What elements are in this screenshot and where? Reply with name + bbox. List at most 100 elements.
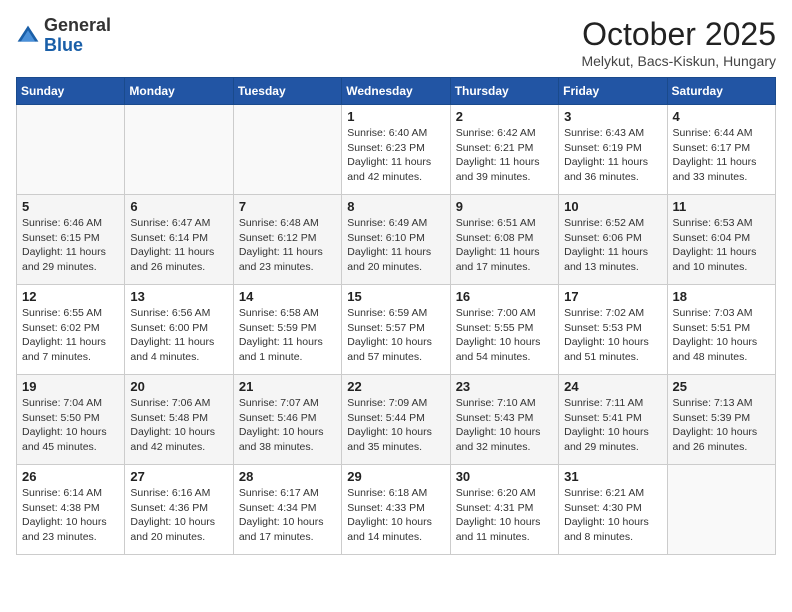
calendar-cell: 22Sunrise: 7:09 AMSunset: 5:44 PMDayligh… [342,375,450,465]
location-subtitle: Melykut, Bacs-Kiskun, Hungary [581,53,776,69]
calendar-cell: 24 Sunrise: 7:11 AMSunset: 5:41 PMDayligh… [559,375,667,465]
day-number: 29 [347,469,444,484]
day-header-tuesday: Tuesday [233,78,341,105]
day-number: 19 [22,379,119,394]
calendar-cell: 9 Sunrise: 6:51 AMSunset: 6:08 PMDaylight… [450,195,558,285]
calendar-cell: 2 Sunrise: 6:42 AMSunset: 6:21 PMDaylight… [450,105,558,195]
day-number: 26 [22,469,119,484]
day-number: 4 [673,109,770,124]
calendar-cell: 5 Sunrise: 6:46 AMSunset: 6:15 PMDaylight… [17,195,125,285]
day-number: 13 [130,289,227,304]
calendar-cell: 19 Sunrise: 7:04 AMSunset: 5:50 PMDayligh… [17,375,125,465]
day-number: 23 [456,379,553,394]
day-info: Sunrise: 7:07 AMSunset: 5:46 PMDaylight:… [239,396,336,455]
calendar-cell: 13Sunrise: 6:56 AMSunset: 6:00 PMDayligh… [125,285,233,375]
day-info: Sunrise: 7:03 AMSunset: 5:51 PMDaylight:… [673,306,770,365]
calendar-cell: 8 Sunrise: 6:49 AMSunset: 6:10 PMDaylight… [342,195,450,285]
day-number: 30 [456,469,553,484]
day-info: Sunrise: 7:02 AMSunset: 5:53 PMDaylight:… [564,306,661,365]
title-block: October 2025 Melykut, Bacs-Kiskun, Hunga… [581,16,776,69]
day-info: Sunrise: 6:51 AMSunset: 6:08 PMDaylight:… [456,216,553,275]
calendar-cell: 20Sunrise: 7:06 AMSunset: 5:48 PMDayligh… [125,375,233,465]
calendar-header-row: SundayMondayTuesdayWednesdayThursdayFrid… [17,78,776,105]
day-number: 12 [22,289,119,304]
day-info: Sunrise: 6:55 AMSunset: 6:02 PMDaylight:… [22,306,119,365]
day-header-wednesday: Wednesday [342,78,450,105]
day-info: Sunrise: 7:13 AMSunset: 5:39 PMDaylight:… [673,396,770,455]
calendar-cell: 18Sunrise: 7:03 AMSunset: 5:51 PMDayligh… [667,285,775,375]
day-header-friday: Friday [559,78,667,105]
day-info: Sunrise: 6:21 AMSunset: 4:30 PMDaylight:… [564,486,661,545]
calendar-cell: 28Sunrise: 6:17 AMSunset: 4:34 PMDayligh… [233,465,341,555]
day-info: Sunrise: 6:47 AMSunset: 6:14 PMDaylight:… [130,216,227,275]
page-header: General Blue October 2025 Melykut, Bacs-… [16,16,776,69]
calendar-table: SundayMondayTuesdayWednesdayThursdayFrid… [16,77,776,555]
day-header-monday: Monday [125,78,233,105]
day-info: Sunrise: 6:53 AMSunset: 6:04 PMDaylight:… [673,216,770,275]
calendar-cell [17,105,125,195]
day-info: Sunrise: 6:40 AMSunset: 6:23 PMDaylight:… [347,126,444,185]
day-number: 6 [130,199,227,214]
calendar-cell: 26 Sunrise: 6:14 AMSunset: 4:38 PMDayligh… [17,465,125,555]
calendar-cell: 21 Sunrise: 7:07 AMSunset: 5:46 PMDayligh… [233,375,341,465]
day-info: Sunrise: 7:04 AMSunset: 5:50 PMDaylight:… [22,396,119,455]
logo-blue-text: Blue [44,35,83,55]
calendar-cell: 10 Sunrise: 6:52 AMSunset: 6:06 PMDayligh… [559,195,667,285]
day-number: 21 [239,379,336,394]
day-info: Sunrise: 6:44 AMSunset: 6:17 PMDaylight:… [673,126,770,185]
day-header-thursday: Thursday [450,78,558,105]
week-row-4: 19 Sunrise: 7:04 AMSunset: 5:50 PMDayligh… [17,375,776,465]
day-info: Sunrise: 6:14 AMSunset: 4:38 PMDaylight:… [22,486,119,545]
week-row-1: 1 Sunrise: 6:40 AMSunset: 6:23 PMDaylight… [17,105,776,195]
day-info: Sunrise: 7:11 AMSunset: 5:41 PMDaylight:… [564,396,661,455]
day-number: 20 [130,379,227,394]
day-info: Sunrise: 7:10 AMSunset: 5:43 PMDaylight:… [456,396,553,455]
day-number: 1 [347,109,444,124]
calendar-cell: 31 Sunrise: 6:21 AMSunset: 4:30 PMDayligh… [559,465,667,555]
calendar-cell: 4 Sunrise: 6:44 AMSunset: 6:17 PMDaylight… [667,105,775,195]
day-info: Sunrise: 6:49 AMSunset: 6:10 PMDaylight:… [347,216,444,275]
day-info: Sunrise: 6:46 AMSunset: 6:15 PMDaylight:… [22,216,119,275]
calendar-cell: 16 Sunrise: 7:00 AMSunset: 5:55 PMDayligh… [450,285,558,375]
day-number: 14 [239,289,336,304]
day-number: 8 [347,199,444,214]
day-number: 5 [22,199,119,214]
day-number: 16 [456,289,553,304]
calendar-cell: 30Sunrise: 6:20 AMSunset: 4:31 PMDayligh… [450,465,558,555]
day-header-saturday: Saturday [667,78,775,105]
day-header-sunday: Sunday [17,78,125,105]
calendar-cell [667,465,775,555]
day-info: Sunrise: 6:52 AMSunset: 6:06 PMDaylight:… [564,216,661,275]
month-title: October 2025 [581,16,776,53]
logo-general-text: General [44,15,111,35]
calendar-cell: 12 Sunrise: 6:55 AMSunset: 6:02 PMDayligh… [17,285,125,375]
day-number: 28 [239,469,336,484]
calendar-cell: 1 Sunrise: 6:40 AMSunset: 6:23 PMDaylight… [342,105,450,195]
logo-icon [16,24,40,48]
calendar-cell: 25 Sunrise: 7:13 AMSunset: 5:39 PMDayligh… [667,375,775,465]
calendar-cell: 23 Sunrise: 7:10 AMSunset: 5:43 PMDayligh… [450,375,558,465]
day-number: 31 [564,469,661,484]
calendar-cell: 7Sunrise: 6:48 AMSunset: 6:12 PMDaylight… [233,195,341,285]
day-info: Sunrise: 6:59 AMSunset: 5:57 PMDaylight:… [347,306,444,365]
day-info: Sunrise: 7:00 AMSunset: 5:55 PMDaylight:… [456,306,553,365]
day-number: 24 [564,379,661,394]
day-number: 17 [564,289,661,304]
day-number: 22 [347,379,444,394]
calendar-cell: 15 Sunrise: 6:59 AMSunset: 5:57 PMDayligh… [342,285,450,375]
calendar-cell: 27Sunrise: 6:16 AMSunset: 4:36 PMDayligh… [125,465,233,555]
calendar-cell [125,105,233,195]
calendar-cell: 3Sunrise: 6:43 AMSunset: 6:19 PMDaylight… [559,105,667,195]
day-number: 3 [564,109,661,124]
calendar-cell: 14Sunrise: 6:58 AMSunset: 5:59 PMDayligh… [233,285,341,375]
calendar-cell: 17 Sunrise: 7:02 AMSunset: 5:53 PMDayligh… [559,285,667,375]
week-row-3: 12 Sunrise: 6:55 AMSunset: 6:02 PMDayligh… [17,285,776,375]
day-number: 10 [564,199,661,214]
day-number: 15 [347,289,444,304]
day-number: 9 [456,199,553,214]
logo: General Blue [16,16,111,56]
day-number: 2 [456,109,553,124]
calendar-cell: 6 Sunrise: 6:47 AMSunset: 6:14 PMDaylight… [125,195,233,285]
day-number: 25 [673,379,770,394]
day-info: Sunrise: 6:42 AMSunset: 6:21 PMDaylight:… [456,126,553,185]
